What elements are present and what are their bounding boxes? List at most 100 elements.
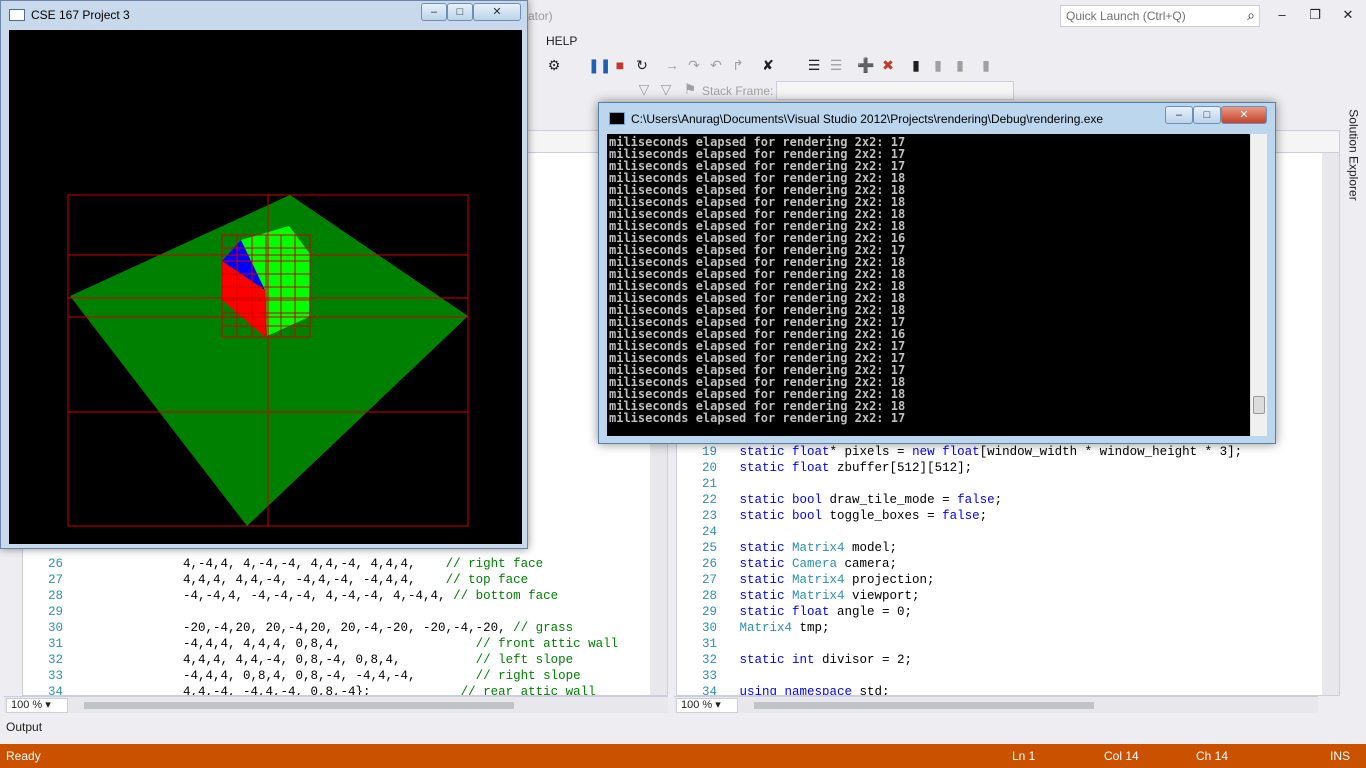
quick-launch-placeholder: Quick Launch (Ctrl+Q) bbox=[1066, 9, 1186, 23]
console-maximize-button[interactable]: □ bbox=[1193, 106, 1221, 124]
code-line: 30 -20,-4,20, 20,-4,20, 20,-4,-20, -20,-… bbox=[23, 620, 573, 636]
line-number: 26 bbox=[701, 557, 717, 571]
line-number: 31 bbox=[47, 637, 63, 651]
restart-icon[interactable]: ↻ bbox=[632, 55, 652, 75]
code-line: 27 static Matrix4 projection; bbox=[677, 572, 935, 588]
code-comment: // bottom face bbox=[445, 589, 559, 603]
line-number: 26 bbox=[47, 557, 63, 571]
solution-explorer-tab[interactable]: Solution Explorer bbox=[1340, 108, 1366, 208]
code-line: 33 bbox=[677, 668, 740, 684]
console-window[interactable]: C:\Users\Anurag\Documents\Visual Studio … bbox=[598, 102, 1276, 444]
zoom-value: 100 % bbox=[681, 699, 713, 711]
close-icon[interactable]: ✕ bbox=[1338, 6, 1358, 24]
filter-icon[interactable]: ▽ bbox=[634, 79, 654, 99]
console-scrollbar-thumb[interactable] bbox=[1253, 396, 1265, 414]
code-token: static bbox=[739, 541, 793, 555]
render-canvas[interactable] bbox=[9, 30, 522, 544]
status-insert-mode: INS bbox=[1330, 749, 1351, 763]
solution-explorer-label: Solution Explorer bbox=[1346, 109, 1361, 201]
search-icon: ⌕ bbox=[1247, 7, 1255, 23]
line-number: 32 bbox=[47, 653, 63, 667]
render-maximize-button[interactable]: □ bbox=[447, 3, 473, 21]
line-number: 27 bbox=[47, 573, 63, 587]
line-number: 34 bbox=[701, 685, 717, 696]
render-window-title: CSE 167 Project 3 bbox=[31, 8, 130, 22]
code-token: static bbox=[739, 589, 793, 603]
code-token: angle = 0; bbox=[837, 605, 913, 619]
code-token: viewport; bbox=[852, 589, 920, 603]
code-token: float bbox=[942, 445, 980, 459]
code-token: static bbox=[739, 493, 793, 507]
line-number: 28 bbox=[47, 589, 63, 603]
vertical-scrollbar[interactable] bbox=[1322, 153, 1339, 695]
vs-title-text: ator) bbox=[528, 9, 553, 23]
code-line: 32 4,4,4, 4,4,-4, 0,8,-4, 0,8,4, // left… bbox=[23, 652, 573, 668]
show-next-statement-icon[interactable]: → bbox=[662, 55, 682, 75]
line-number: 28 bbox=[701, 589, 717, 603]
prev-bookmark-icon[interactable]: ▮ bbox=[928, 55, 948, 75]
new-breakpoint-icon[interactable]: ➕ bbox=[856, 55, 876, 75]
restore-icon[interactable]: ❐ bbox=[1305, 6, 1325, 24]
code-comment: // right face bbox=[415, 557, 544, 571]
code-line: 25 static Matrix4 model; bbox=[677, 540, 897, 556]
code-line: 29 bbox=[23, 604, 78, 620]
thread-flag-icon[interactable]: ⚑ bbox=[680, 79, 700, 99]
render-window[interactable]: CSE 167 Project 3 – □ ✕ bbox=[0, 0, 528, 549]
horizontal-scrollbar-thumb[interactable] bbox=[754, 702, 1094, 709]
threads-icon[interactable]: ☰ bbox=[804, 55, 824, 75]
code-token: static bbox=[739, 509, 793, 523]
code-line: 32 static int divisor = 2; bbox=[677, 652, 912, 668]
code-token: float bbox=[792, 445, 830, 459]
console-scrollbar[interactable] bbox=[1250, 134, 1267, 436]
code-line: 22 static bool draw_tile_mode = false; bbox=[677, 492, 1002, 508]
call-stack-icon[interactable]: ☰ bbox=[826, 55, 846, 75]
quick-launch-input[interactable]: Quick Launch (Ctrl+Q) ⌕ bbox=[1060, 5, 1260, 27]
render-minimize-button[interactable]: – bbox=[421, 3, 447, 21]
output-panel-label[interactable]: Output bbox=[6, 720, 42, 734]
console-title-bar[interactable]: C:\Users\Anurag\Documents\Visual Studio … bbox=[599, 103, 1275, 133]
zoom-dropdown[interactable]: 100 % ▾ bbox=[676, 698, 738, 713]
console-minimize-button[interactable]: – bbox=[1165, 106, 1193, 124]
code-comment: // top face bbox=[415, 573, 529, 587]
attach-process-icon[interactable]: ⚙ bbox=[544, 55, 564, 75]
code-line: 21 bbox=[677, 476, 740, 492]
stack-frame-dropdown[interactable] bbox=[776, 81, 1014, 100]
delete-breakpoints-icon[interactable]: ✖ bbox=[878, 55, 898, 75]
code-line: 31 bbox=[677, 636, 740, 652]
filter-icon-2[interactable]: ▽ bbox=[656, 79, 676, 99]
stop-icon[interactable]: ■ bbox=[610, 55, 630, 75]
render-close-button[interactable]: ✕ bbox=[473, 3, 521, 21]
code-token: ; bbox=[994, 493, 1003, 507]
right-editor-zoom-bar: 100 % ▾ bbox=[674, 696, 1318, 713]
pause-icon[interactable]: ❚❚ bbox=[588, 55, 611, 75]
status-column: Col 14 bbox=[1104, 749, 1139, 763]
bookmark-icon[interactable]: ▮ bbox=[906, 55, 926, 75]
code-token: tmp; bbox=[799, 621, 830, 635]
status-bar: Ready Ln 1 Col 14 Ch 14 INS bbox=[0, 744, 1366, 768]
next-bookmark-icon[interactable]: ▮ bbox=[950, 55, 970, 75]
status-ready: Ready bbox=[6, 749, 41, 763]
menu-help[interactable]: HELP bbox=[546, 34, 577, 48]
render-window-app-icon bbox=[9, 9, 25, 21]
console-close-button[interactable]: ✕ bbox=[1221, 106, 1267, 124]
zoom-dropdown[interactable]: 100 % ▾ bbox=[6, 698, 68, 713]
step-out-icon[interactable]: ↱ bbox=[728, 55, 748, 75]
code-token: Matrix4 bbox=[792, 541, 853, 555]
step-into-icon[interactable]: ↷ bbox=[684, 55, 704, 75]
code-token: float bbox=[792, 461, 838, 475]
code-token: static bbox=[739, 653, 793, 667]
clear-bookmarks-icon[interactable]: ▮ bbox=[976, 55, 996, 75]
line-number: 32 bbox=[701, 653, 717, 667]
step-over-icon[interactable]: ↶ bbox=[706, 55, 726, 75]
horizontal-scrollbar-thumb[interactable] bbox=[84, 702, 514, 709]
hex-display-icon[interactable]: ✘ bbox=[758, 55, 778, 75]
code-comment: // grass bbox=[505, 621, 574, 635]
line-number: 29 bbox=[47, 605, 63, 619]
minimize-icon[interactable]: – bbox=[1272, 6, 1292, 24]
code-line: 20 static float zbuffer[512][512]; bbox=[677, 460, 972, 476]
line-number: 20 bbox=[701, 461, 717, 475]
line-number: 19 bbox=[701, 445, 717, 459]
code-token: divisor = 2; bbox=[822, 653, 913, 667]
code-token: [window_width * window_height * 3]; bbox=[979, 445, 1243, 459]
code-token: static bbox=[739, 461, 793, 475]
